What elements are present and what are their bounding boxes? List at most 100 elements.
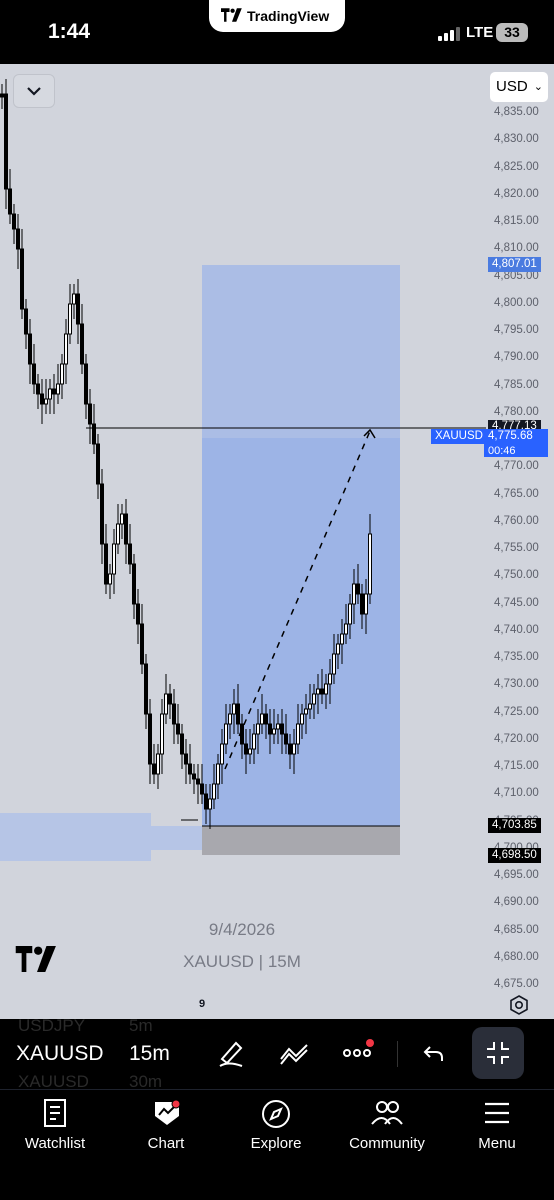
candle-body (252, 733, 256, 750)
symbol-picker[interactable]: XAUUSD (16, 1042, 104, 1066)
exit-fullscreen-button[interactable] (472, 1027, 524, 1079)
price-tick: 4,715.00 (494, 760, 539, 772)
candle-body (200, 783, 204, 795)
nav-label: Menu (478, 1135, 516, 1152)
candle-body (344, 623, 348, 635)
candle-body (312, 693, 316, 705)
candle-body (368, 533, 372, 595)
price-tick: 4,825.00 (494, 160, 539, 173)
symbol-tag[interactable]: XAUUSD (431, 429, 484, 444)
price-tick: 4,710.00 (494, 787, 539, 800)
candle-body (152, 763, 156, 775)
candle-body (192, 773, 196, 780)
loss-zone[interactable] (202, 826, 400, 855)
candle-body (52, 388, 56, 395)
candle-body (288, 743, 292, 755)
candle-body (284, 733, 288, 745)
candle-body (88, 403, 92, 425)
compass-icon (262, 1100, 290, 1128)
candle-body (40, 393, 44, 405)
more-icon[interactable] (342, 1037, 376, 1069)
candle-body (244, 743, 248, 755)
draw-icon[interactable] (216, 1037, 246, 1069)
status-bar: 1:44 TradingView LTE 33 (0, 0, 554, 64)
price-tick: 4,770.00 (494, 460, 539, 473)
exit-fullscreen-icon (487, 1042, 509, 1064)
entry-price-label: 4,703.85 (488, 818, 541, 833)
bottom-nav: Watchlist Chart Explore Community Menu (0, 1089, 554, 1200)
ghost-symbol: USDJPY (18, 1016, 86, 1035)
price-tick: 4,795.00 (494, 324, 539, 336)
nav-label: Watchlist (24, 1135, 86, 1152)
price-tick: 4,810.00 (494, 242, 539, 255)
candle-body (32, 363, 36, 385)
chart-canvas[interactable] (0, 64, 554, 1019)
nav-item-chart[interactable]: Chart (121, 1090, 211, 1170)
candle-body (240, 723, 244, 745)
candle-body (204, 793, 208, 810)
nav-item-menu[interactable]: Menu (452, 1090, 542, 1170)
candle-body (276, 723, 280, 730)
candle-body (176, 723, 180, 735)
candle-body (308, 703, 312, 710)
candle-body (304, 708, 308, 715)
currency-select[interactable]: USD ⌄ (490, 72, 548, 102)
candle-body (228, 713, 232, 725)
battery-icon: 33 (496, 23, 528, 42)
candle-body (136, 603, 140, 625)
candle-body (148, 713, 152, 765)
price-tick: 4,720.00 (494, 732, 539, 745)
symbol-interval-label: XAUUSD | 15M (183, 952, 301, 971)
candle-body (132, 563, 136, 605)
profit-zone-active (202, 438, 400, 826)
candle-body (340, 633, 344, 645)
settings-icon[interactable] (508, 994, 530, 1016)
nav-label: Chart (147, 1135, 185, 1152)
candle-body (72, 293, 76, 305)
price-tick: 4,675.00 (494, 978, 539, 990)
candle-body (92, 423, 96, 445)
candle-body (328, 673, 332, 685)
candle-body (172, 703, 176, 725)
candle-body (316, 688, 320, 695)
candle-body (56, 383, 60, 395)
nav-item-watchlist[interactable]: Watchlist (10, 1090, 100, 1170)
candle-body (296, 723, 300, 745)
candle-body (180, 733, 184, 755)
toolbar-separator (397, 1041, 398, 1067)
candle-body (64, 333, 68, 365)
chart-area[interactable]: USD ⌄ 4,835.00 4,830.00 4,825.00 4,820.00 4,… (0, 64, 554, 1019)
undo-icon[interactable] (422, 1037, 446, 1069)
chevron-down-icon: ⌄ (533, 81, 543, 93)
indicators-icon[interactable] (279, 1037, 311, 1069)
candle-body (112, 543, 116, 575)
candle-body (108, 573, 112, 585)
interval-picker[interactable]: 15m (129, 1042, 170, 1066)
candle-body (292, 743, 296, 755)
tradingview-pill[interactable]: TradingView (209, 0, 345, 32)
candle-body (160, 713, 164, 755)
price-tick: 4,750.00 (494, 569, 539, 582)
price-tick: 4,690.00 (494, 896, 539, 909)
nav-label: Community (349, 1135, 425, 1152)
candle-body (324, 683, 328, 695)
collapse-button[interactable] (13, 74, 55, 108)
nav-item-explore[interactable]: Explore (231, 1090, 321, 1170)
last-price: 4,775.68 (488, 430, 533, 442)
price-tick: 4,765.00 (494, 487, 539, 500)
price-tick: 4,790.00 (494, 351, 539, 364)
candle-body (336, 643, 340, 655)
price-tick: 4,745.00 (494, 596, 539, 609)
price-tick: 4,685.00 (494, 923, 539, 936)
price-tick: 4,800.00 (494, 296, 539, 309)
chevron-down-icon (27, 87, 41, 96)
nav-item-community[interactable]: Community (337, 1090, 437, 1170)
candle-body (248, 748, 252, 755)
candle-body (184, 753, 188, 765)
price-tick: 4,780.00 (494, 405, 539, 418)
currency-value: USD (496, 78, 528, 95)
candle-body (36, 383, 40, 395)
app-name: TradingView (247, 8, 330, 24)
candle-body (360, 593, 364, 615)
candle-body (232, 703, 236, 715)
